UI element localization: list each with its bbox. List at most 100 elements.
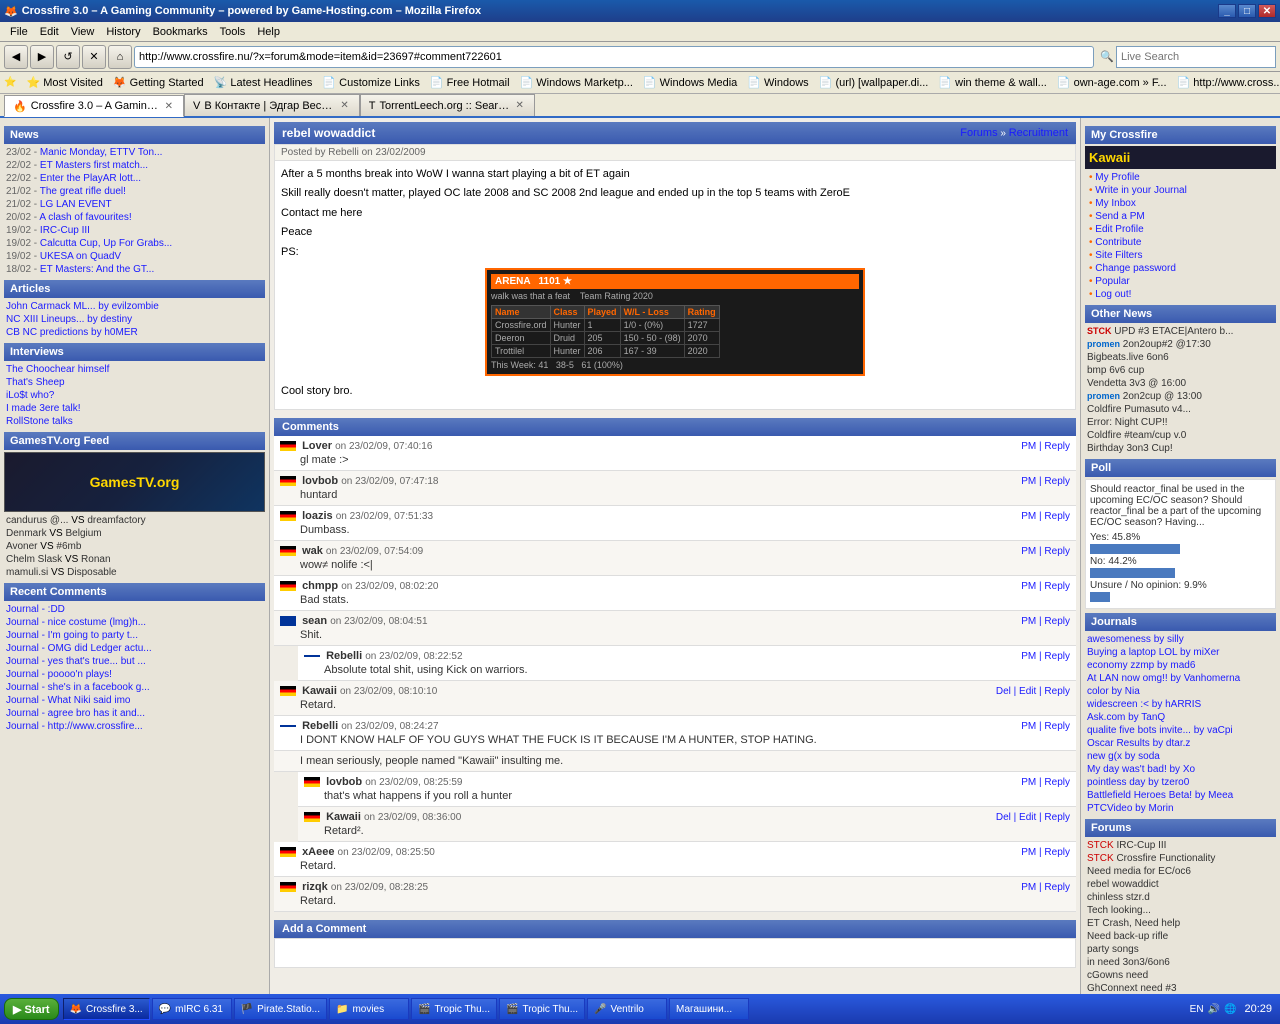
maximize-button[interactable]: □ bbox=[1238, 4, 1256, 18]
article-item[interactable]: John Carmack ML... by evilzombie bbox=[4, 300, 265, 313]
recent-comment-item[interactable]: Journal - What Niki said imo bbox=[4, 694, 265, 707]
comment-actions[interactable]: PM | Reply bbox=[1021, 616, 1070, 627]
recent-comment-item[interactable]: Journal - http://www.crossfire... bbox=[4, 720, 265, 733]
news-item[interactable]: 21/02 - The great rifle duel! bbox=[4, 185, 265, 198]
menu-tools[interactable]: Tools bbox=[214, 24, 252, 40]
other-news-item[interactable]: Coldfire #team/cup v.0 bbox=[1085, 429, 1276, 442]
comment-actions[interactable]: Del | Edit | Reply bbox=[996, 812, 1070, 823]
taskbar-item[interactable]: 📁movies bbox=[329, 998, 409, 1020]
journal-item[interactable]: Buying a laptop LOL by miXer bbox=[1085, 646, 1276, 659]
team2[interactable]: #6mb bbox=[56, 541, 81, 552]
comment-author[interactable]: lovbob bbox=[326, 776, 362, 788]
comment-author[interactable]: sean bbox=[302, 615, 327, 627]
news-item[interactable]: 19/02 - IRC-Cup III bbox=[4, 224, 265, 237]
add-comment-area[interactable] bbox=[274, 938, 1076, 968]
other-news-item[interactable]: promen 2on2oup#2 @17:30 bbox=[1085, 338, 1276, 351]
crossfire-link[interactable]: Edit Profile bbox=[1085, 223, 1276, 236]
comment-author[interactable]: Kawaii bbox=[326, 811, 361, 823]
recent-comment-item[interactable]: Journal - poooo'n plays! bbox=[4, 668, 265, 681]
crossfire-link[interactable]: Site Filters bbox=[1085, 249, 1276, 262]
taskbar-item[interactable]: 🎬Tropic Thu... bbox=[411, 998, 497, 1020]
recent-comment-item[interactable]: Journal - she's in a facebook g... bbox=[4, 681, 265, 694]
team1[interactable]: mamuli.si bbox=[6, 567, 48, 578]
comment-actions[interactable]: PM | Reply bbox=[1021, 476, 1070, 487]
bookmark-item[interactable]: 📄 Windows Marketp... bbox=[516, 75, 637, 90]
search-input[interactable] bbox=[1116, 46, 1276, 68]
crossfire-link[interactable]: Send a PM bbox=[1085, 210, 1276, 223]
news-item[interactable]: 20/02 - A clash of favourites! bbox=[4, 211, 265, 224]
team1[interactable]: candurus @... bbox=[6, 515, 68, 526]
journal-item[interactable]: pointless day by tzero0 bbox=[1085, 776, 1276, 789]
forum-item[interactable]: Tech looking... bbox=[1085, 904, 1276, 917]
article-item[interactable]: CB NC predictions by h0MER bbox=[4, 326, 265, 339]
taskbar-item[interactable]: 💬mIRC 6.31 bbox=[152, 998, 232, 1020]
bookmark-item[interactable]: 🦊 Getting Started bbox=[109, 75, 208, 90]
journal-item[interactable]: widescreen :< by hARRIS bbox=[1085, 698, 1276, 711]
interview-item[interactable]: That's Sheep bbox=[4, 376, 265, 389]
recent-comment-item[interactable]: Journal - I'm going to party t... bbox=[4, 629, 265, 642]
news-item[interactable]: 21/02 - LG LAN EVENT bbox=[4, 198, 265, 211]
news-item[interactable]: 18/02 - ET Masters: And the GT... bbox=[4, 263, 265, 276]
crossfire-link[interactable]: Change password bbox=[1085, 262, 1276, 275]
team1[interactable]: Denmark bbox=[6, 528, 47, 539]
menu-edit[interactable]: Edit bbox=[34, 24, 65, 40]
team2[interactable]: Disposable bbox=[67, 567, 116, 578]
minimize-button[interactable]: _ bbox=[1218, 4, 1236, 18]
other-news-item[interactable]: Error: Night CUP!! bbox=[1085, 416, 1276, 429]
back-button[interactable]: ◀ bbox=[4, 45, 28, 69]
interview-item[interactable]: I made 3ere talk! bbox=[4, 402, 265, 415]
comment-author[interactable]: chmpp bbox=[302, 580, 338, 592]
forum-item[interactable]: in need 3on3/6on6 bbox=[1085, 956, 1276, 969]
news-item[interactable]: 19/02 - Calcutta Cup, Up For Grabs... bbox=[4, 237, 265, 250]
news-item[interactable]: 19/02 - UKESA on QuadV bbox=[4, 250, 265, 263]
forums-link[interactable]: Forums bbox=[960, 127, 997, 139]
comment-actions[interactable]: PM | Reply bbox=[1021, 721, 1070, 732]
other-news-item[interactable]: promen 2on2cup @ 13:00 bbox=[1085, 390, 1276, 403]
address-bar[interactable] bbox=[134, 46, 1094, 68]
journal-item[interactable]: Battlefield Heroes Beta! by Meea bbox=[1085, 789, 1276, 802]
taskbar-item-extra[interactable]: Магашини... bbox=[669, 998, 749, 1020]
taskbar-item[interactable]: 🎤Ventrilo bbox=[587, 998, 667, 1020]
recent-comment-item[interactable]: Journal - :DD bbox=[4, 603, 265, 616]
tab-close-button[interactable]: ✕ bbox=[338, 100, 350, 111]
menu-view[interactable]: View bbox=[65, 24, 101, 40]
menu-bookmarks[interactable]: Bookmarks bbox=[147, 24, 214, 40]
comment-actions[interactable]: PM | Reply bbox=[1021, 651, 1070, 662]
comment-author[interactable]: Rebelli bbox=[302, 720, 338, 732]
bookmark-item[interactable]: 📄 http://www.cross... bbox=[1173, 75, 1280, 90]
forum-item[interactable]: Need media for EC/oc6 bbox=[1085, 865, 1276, 878]
bookmark-item[interactable]: 📄 win theme & wall... bbox=[934, 75, 1050, 90]
forum-item[interactable]: cGowns need bbox=[1085, 969, 1276, 982]
tray-vol[interactable]: 🔊 bbox=[1208, 1004, 1220, 1015]
stop-button[interactable]: ✕ bbox=[82, 45, 106, 69]
comment-actions[interactable]: PM | Reply bbox=[1021, 847, 1070, 858]
journal-item[interactable]: awesomeness by silly bbox=[1085, 633, 1276, 646]
taskbar-item[interactable]: 🎬Tropic Thu... bbox=[499, 998, 585, 1020]
interview-item[interactable]: The Choochear himself bbox=[4, 363, 265, 376]
menu-history[interactable]: History bbox=[100, 24, 146, 40]
recent-comment-item[interactable]: Journal - agree bro has it and... bbox=[4, 707, 265, 720]
tab-close-button[interactable]: ✕ bbox=[163, 101, 175, 112]
other-news-item[interactable]: Bigbeats.live 6on6 bbox=[1085, 351, 1276, 364]
bookmark-item[interactable]: 📄 Windows bbox=[743, 75, 812, 90]
bookmark-item[interactable]: 📄 Customize Links bbox=[318, 75, 423, 90]
bookmark-item[interactable]: 📄 (url) [wallpaper.di... bbox=[815, 75, 933, 90]
forward-button[interactable]: ▶ bbox=[30, 45, 54, 69]
team1[interactable]: Avoner bbox=[6, 541, 38, 552]
recruitment-link[interactable]: Recruitment bbox=[1009, 127, 1068, 139]
comment-author[interactable]: Lover bbox=[302, 440, 332, 452]
forum-item[interactable]: STCK IRC-Cup III bbox=[1085, 839, 1276, 852]
journal-item[interactable]: PTCVideo by Morin bbox=[1085, 802, 1276, 815]
forum-item[interactable]: chinless stzr.d bbox=[1085, 891, 1276, 904]
crossfire-link[interactable]: Popular bbox=[1085, 275, 1276, 288]
comment-author[interactable]: rizqk bbox=[302, 881, 328, 893]
taskbar-item[interactable]: 🦊Crossfire 3... bbox=[63, 998, 150, 1020]
close-button[interactable]: ✕ bbox=[1258, 4, 1276, 18]
start-button[interactable]: ▶ Start bbox=[4, 998, 59, 1020]
team1[interactable]: Chelm Slask bbox=[6, 554, 62, 565]
tray-net[interactable]: 🌐 bbox=[1224, 1004, 1236, 1015]
news-item[interactable]: 22/02 - Enter the PlayAR lott... bbox=[4, 172, 265, 185]
comment-actions[interactable]: PM | Reply bbox=[1021, 777, 1070, 788]
journal-item[interactable]: Ask.com by TanQ bbox=[1085, 711, 1276, 724]
taskbar-item[interactable]: 🏴Pirate.Statio... bbox=[234, 998, 327, 1020]
